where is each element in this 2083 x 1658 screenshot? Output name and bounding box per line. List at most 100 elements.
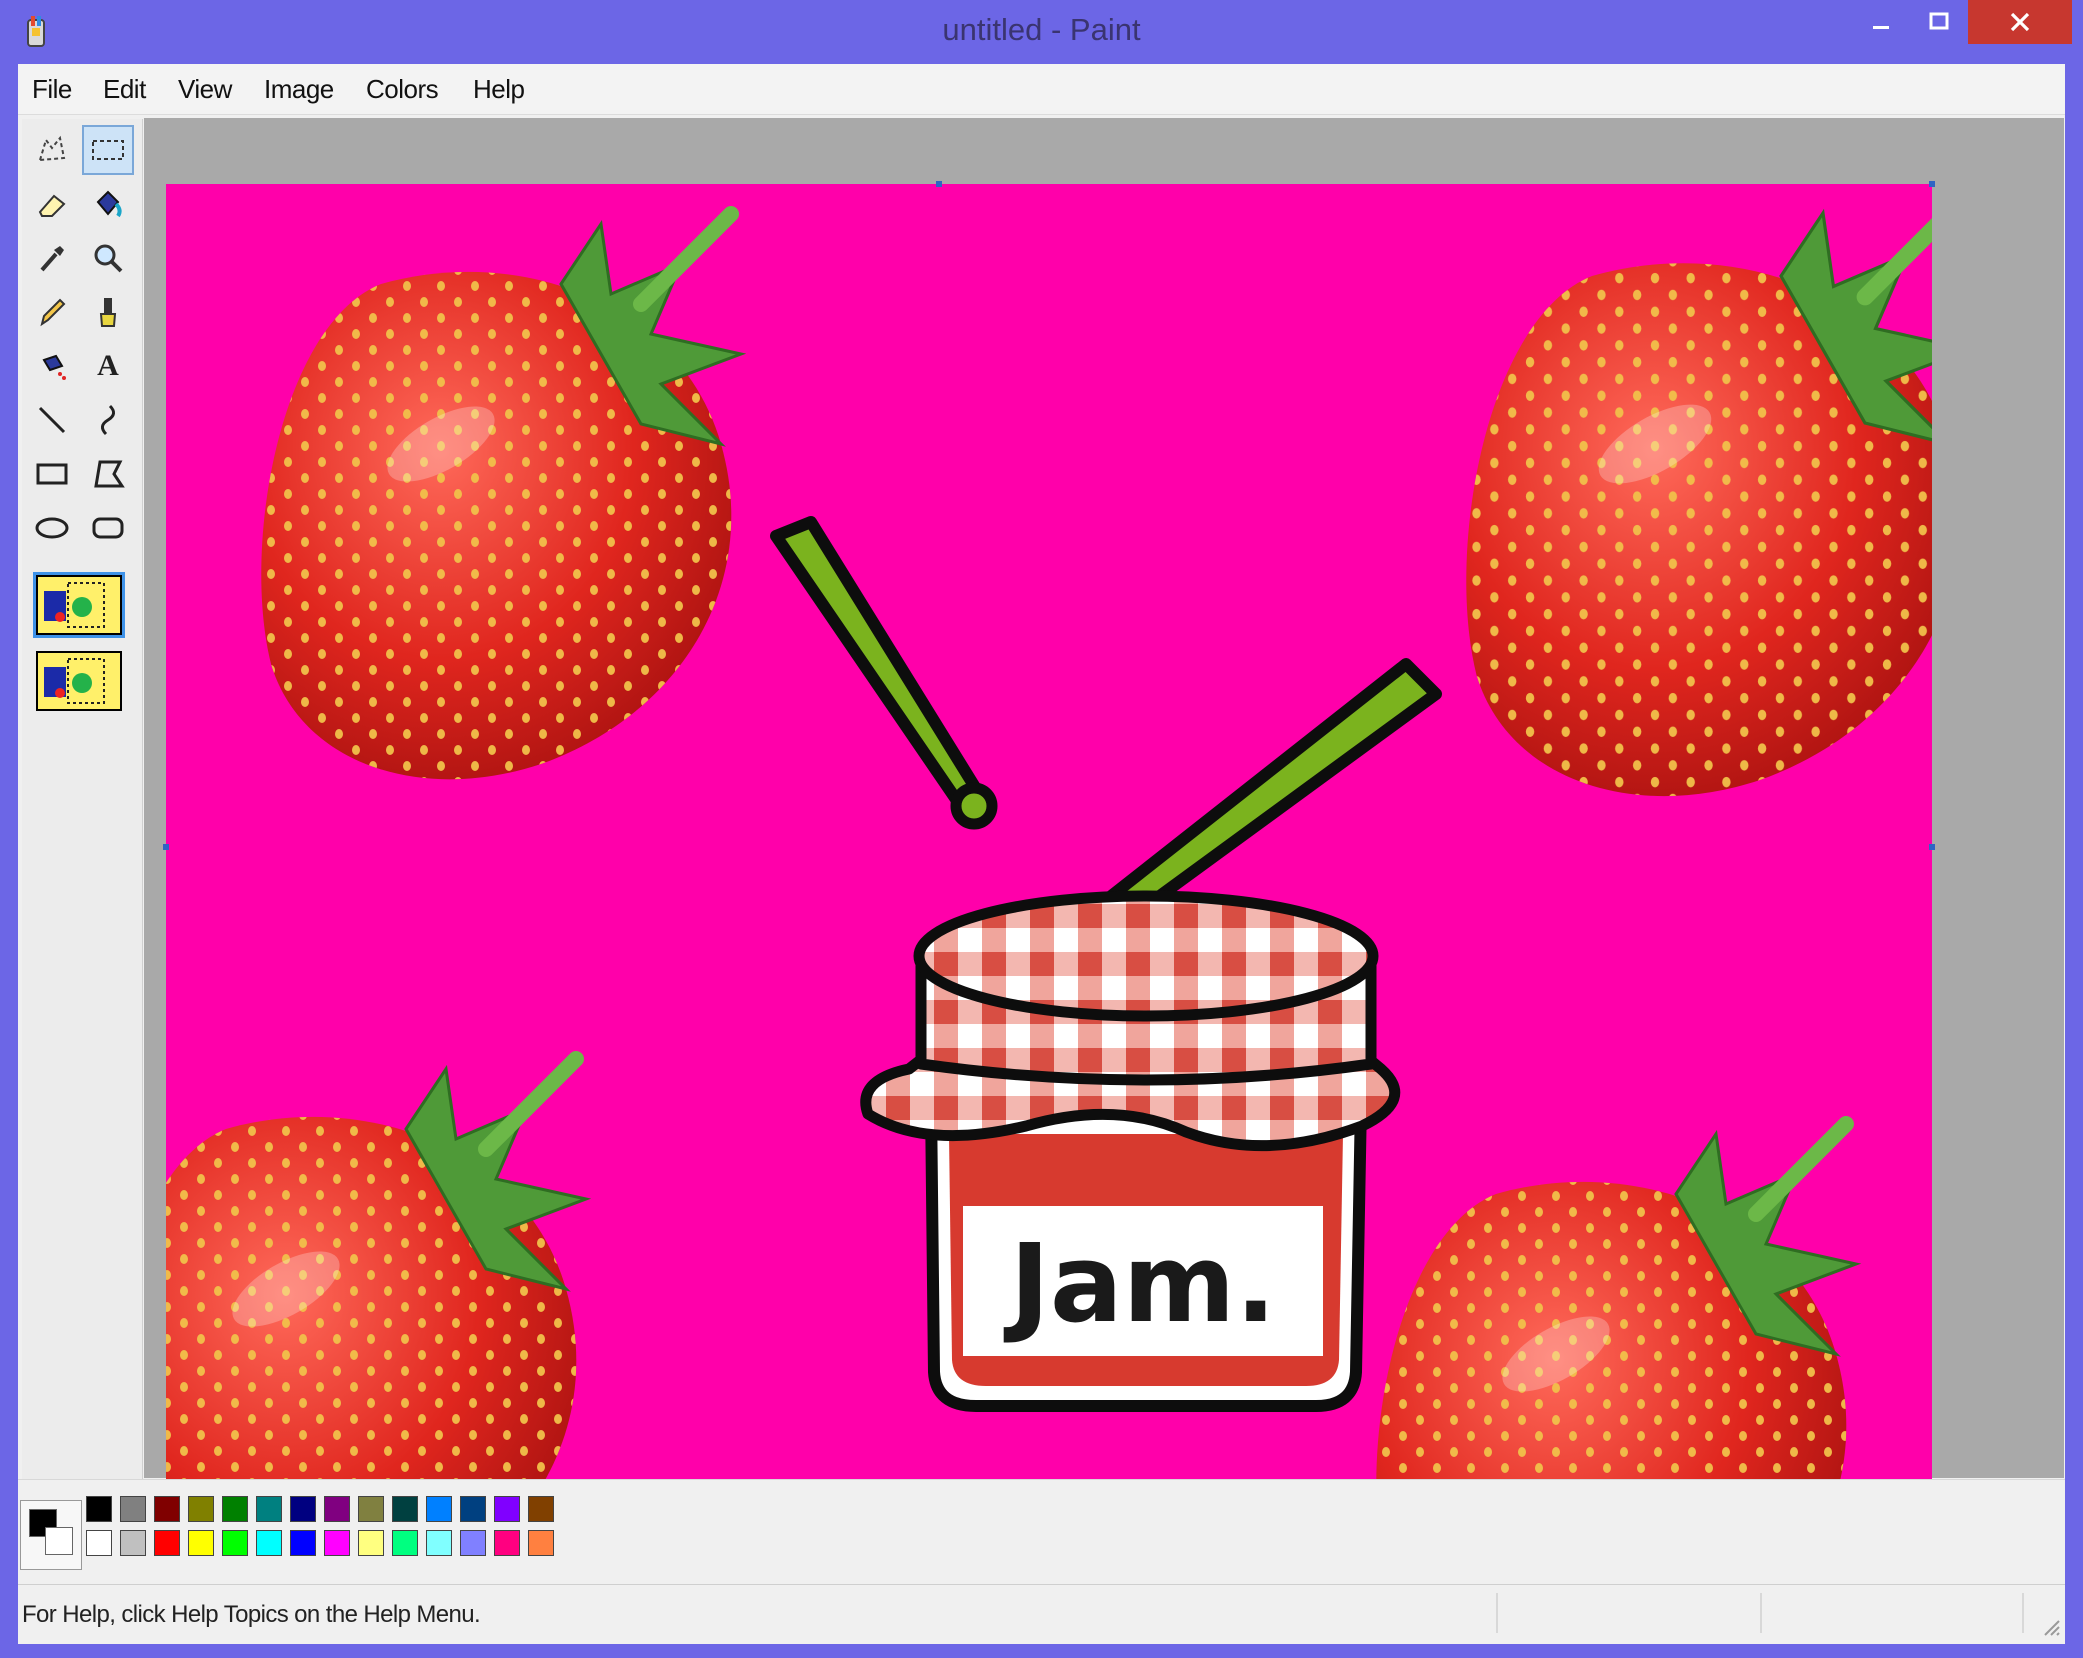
rounded-rectangle-tool[interactable]	[82, 503, 134, 553]
palette-color-swatch[interactable]	[222, 1530, 248, 1556]
resize-handle-top[interactable]	[936, 181, 942, 187]
palette-color-swatch[interactable]	[494, 1530, 520, 1556]
palette-color-swatch[interactable]	[324, 1496, 350, 1522]
magnifier-icon	[94, 244, 123, 273]
rectangle-select-tool[interactable]	[82, 125, 134, 175]
airbrush-tool[interactable]	[26, 341, 78, 391]
jam-label-text: Jam.	[1003, 1222, 1277, 1347]
menu-file[interactable]: File	[32, 74, 72, 105]
palette-color-swatch[interactable]	[528, 1496, 554, 1522]
pick-color-icon	[40, 246, 64, 272]
resize-handle-right[interactable]	[1929, 844, 1935, 850]
palette-color-swatch[interactable]	[426, 1496, 452, 1522]
fill-bucket-icon	[96, 190, 122, 218]
palette-color-swatch[interactable]	[392, 1496, 418, 1522]
pencil-tool[interactable]	[26, 287, 78, 337]
palette-color-swatch[interactable]	[154, 1530, 180, 1556]
close-icon	[2010, 12, 2030, 32]
eraser-icon	[38, 194, 66, 217]
palette-color-swatch[interactable]	[120, 1530, 146, 1556]
palette-color-swatch[interactable]	[494, 1496, 520, 1522]
palette-color-swatch[interactable]	[358, 1530, 384, 1556]
rectangle-icon	[36, 463, 68, 485]
maximize-icon	[1929, 12, 1949, 30]
canvas-artwork: Jam.	[166, 184, 1932, 1510]
status-divider	[1496, 1593, 1498, 1633]
ellipse-icon	[35, 517, 69, 539]
transparent-selection-option[interactable]	[36, 651, 122, 711]
color-palette-bar	[18, 1479, 2065, 1580]
resize-grip-icon[interactable]	[2041, 1617, 2061, 1637]
free-form-select-icon	[38, 135, 66, 162]
rectangle-tool[interactable]	[26, 449, 78, 499]
fill-bucket-tool[interactable]	[82, 179, 134, 229]
menu-image[interactable]: Image	[264, 74, 334, 105]
brush-tool[interactable]	[82, 287, 134, 337]
transparent-mode-icon	[44, 658, 105, 704]
palette-color-swatch[interactable]	[392, 1530, 418, 1556]
palette-color-swatch[interactable]	[460, 1530, 486, 1556]
magnifier-tool[interactable]	[82, 233, 134, 283]
palette-color-swatch[interactable]	[86, 1496, 112, 1522]
drawing-canvas[interactable]: Jam.	[166, 184, 1932, 1510]
client-area: File Edit View Image Colors Help A Jam. …	[18, 64, 2065, 1644]
brush-icon	[99, 298, 117, 327]
opaque-selection-option[interactable]	[33, 572, 125, 638]
text-tool[interactable]: A	[82, 341, 134, 391]
maximize-button[interactable]	[1913, 0, 1965, 44]
palette-color-swatch[interactable]	[358, 1496, 384, 1522]
status-bar: For Help, click Help Topics on the Help …	[18, 1584, 2065, 1643]
palette-color-swatch[interactable]	[256, 1530, 282, 1556]
close-button[interactable]	[1968, 0, 2072, 44]
curve-tool[interactable]	[82, 395, 134, 445]
polygon-tool[interactable]	[82, 449, 134, 499]
jam-jar: Jam.	[860, 890, 1401, 1412]
toolbox: A	[22, 119, 143, 1539]
minimize-button[interactable]	[1855, 0, 1907, 44]
pencil-icon	[40, 298, 66, 327]
palette-color-swatch[interactable]	[256, 1496, 282, 1522]
title-bar[interactable]: untitled - Paint	[0, 0, 2083, 64]
curve-icon	[101, 404, 115, 436]
status-divider	[2022, 1593, 2024, 1633]
text-icon: A	[97, 349, 119, 382]
palette-color-swatch[interactable]	[290, 1496, 316, 1522]
menu-help[interactable]: Help	[473, 74, 525, 105]
line-tool[interactable]	[26, 395, 78, 445]
eraser-tool[interactable]	[26, 179, 78, 229]
palette-color-swatch[interactable]	[290, 1530, 316, 1556]
rounded-rectangle-icon	[92, 517, 124, 539]
status-divider	[1760, 1593, 1762, 1633]
rectangle-select-icon	[92, 140, 124, 160]
paint-window: untitled - Paint File Edit View Image Co…	[0, 0, 2083, 1658]
palette-color-swatch[interactable]	[188, 1530, 214, 1556]
palette-color-swatch[interactable]	[426, 1530, 452, 1556]
resize-handle-top-right[interactable]	[1929, 181, 1935, 187]
palette-color-swatch[interactable]	[324, 1530, 350, 1556]
pick-color-tool[interactable]	[26, 233, 78, 283]
minimize-icon	[1873, 26, 1889, 29]
window-title: untitled - Paint	[942, 12, 1141, 47]
menu-bar: File Edit View Image Colors Help	[18, 64, 2065, 115]
palette-color-swatch[interactable]	[460, 1496, 486, 1522]
palette-color-swatch[interactable]	[528, 1530, 554, 1556]
menu-colors[interactable]: Colors	[366, 74, 439, 105]
airbrush-icon	[42, 354, 66, 380]
palette-color-swatch[interactable]	[188, 1496, 214, 1522]
palette-color-swatch[interactable]	[154, 1496, 180, 1522]
menu-view[interactable]: View	[178, 74, 232, 105]
palette-color-swatch[interactable]	[86, 1530, 112, 1556]
background-color	[45, 1527, 73, 1555]
free-form-select-tool[interactable]	[26, 125, 78, 175]
polygon-icon	[94, 460, 125, 488]
canvas-workspace: Jam.	[144, 118, 2064, 1513]
status-help-text: For Help, click Help Topics on the Help …	[22, 1601, 481, 1628]
opaque-mode-icon	[44, 582, 105, 628]
menu-edit[interactable]: Edit	[103, 74, 146, 105]
palette-color-swatch[interactable]	[120, 1496, 146, 1522]
line-icon	[38, 406, 66, 434]
current-colors-box[interactable]	[20, 1500, 82, 1570]
palette-color-swatch[interactable]	[222, 1496, 248, 1522]
resize-handle-left[interactable]	[163, 844, 169, 850]
ellipse-tool[interactable]	[26, 503, 78, 553]
